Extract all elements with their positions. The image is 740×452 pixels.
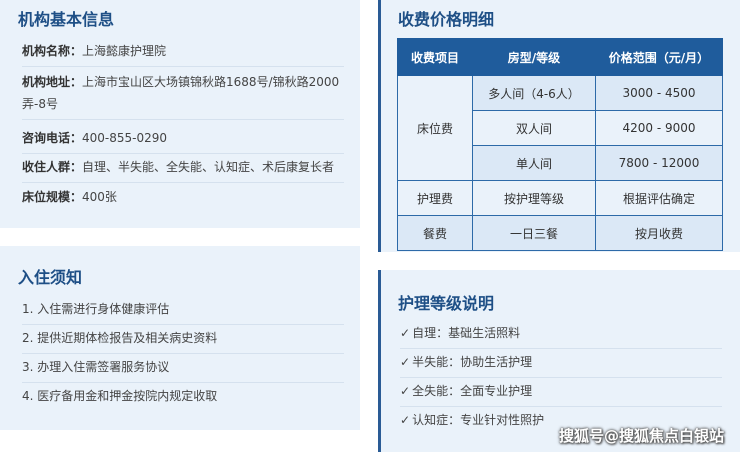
info-row-residents: 收住人群：自理、半失能、全失能、认知症、术后康复长者 — [22, 158, 344, 183]
column-header: 房型/等级 — [472, 38, 596, 76]
table-header-row: 收费项目 房型/等级 价格范围（元/月） — [397, 38, 723, 76]
notice-item: 1. 入住需进行身体健康评估 — [22, 300, 344, 325]
table-cell: 单人间 — [472, 145, 596, 181]
info-label: 咨询电话： — [22, 131, 83, 145]
table-row: 餐费 一日三餐 按月收费 — [397, 215, 723, 251]
info-row-address: 机构地址：上海市宝山区大场镇锦秋路1688号/锦秋路2000弄-8号 — [22, 71, 344, 120]
check-icon: ✓ — [400, 413, 411, 427]
info-label: 收住人群： — [22, 160, 83, 174]
level-item: ✓ 自理：基础生活照料 — [400, 324, 722, 349]
notice-panel: 入住须知 1. 入住需进行身体健康评估 2. 提供近期体检报告及相关病史资料 3… — [0, 246, 360, 430]
info-row-beds: 床位规模：400张 — [22, 188, 344, 210]
column-header: 收费项目 — [397, 38, 473, 76]
level-text: 自理：基础生活照料 — [412, 326, 521, 340]
table-cell: 一日三餐 — [472, 215, 596, 251]
table-cell: 床位费 — [397, 75, 473, 181]
info-value: 400张 — [82, 190, 117, 204]
check-icon: ✓ — [400, 384, 411, 398]
table-cell: 4200 - 9000 — [595, 110, 723, 146]
notice-item: 4. 医疗备用金和押金按院内规定收取 — [22, 389, 218, 403]
basic-info-title: 机构基本信息 — [18, 10, 115, 29]
table-cell: 根据评估确定 — [595, 180, 723, 216]
price-title: 收费价格明细 — [398, 10, 495, 29]
level-item: ✓ 半失能：协助生活护理 — [400, 353, 722, 378]
table-cell: 按月收费 — [595, 215, 723, 251]
watermark: 搜狐号@搜狐焦点白银站 — [558, 427, 724, 445]
accent-bar — [378, 0, 381, 252]
check-icon: ✓ — [400, 355, 411, 369]
info-row-name: 机构名称：上海懿康护理院 — [22, 42, 344, 67]
table-row: 护理费 按护理等级 根据评估确定 — [397, 180, 723, 216]
table-cell: 餐费 — [397, 215, 473, 251]
notice-item: 3. 办理入住需签署服务协议 — [22, 358, 344, 383]
info-row-phone: 咨询电话：400-855-0290 — [22, 129, 344, 154]
notice-item: 2. 提供近期体检报告及相关病史资料 — [22, 329, 344, 354]
price-table: 收费项目 房型/等级 价格范围（元/月） 床位费 多人间（4-6人） 3000 … — [397, 38, 723, 251]
info-label: 机构名称： — [22, 44, 83, 58]
info-value: 上海懿康护理院 — [82, 44, 167, 58]
table-row: 床位费 多人间（4-6人） 3000 - 4500 — [397, 75, 723, 181]
check-icon: ✓ — [400, 326, 411, 340]
table-cell: 7800 - 12000 — [595, 145, 723, 181]
level-text: 认知症：专业针对性照护 — [412, 413, 545, 427]
basic-info-panel: 机构基本信息 机构名称：上海懿康护理院 机构地址：上海市宝山区大场镇锦秋路168… — [0, 0, 360, 228]
accent-bar — [378, 270, 381, 452]
column-header: 价格范围（元/月） — [595, 38, 723, 76]
table-cell: 按护理等级 — [472, 180, 596, 216]
level-text: 全失能：全面专业护理 — [412, 384, 533, 398]
table-cell: 3000 - 4500 — [595, 75, 723, 111]
price-panel: 收费价格明细 收费项目 房型/等级 价格范围（元/月） 床位费 多人间（4-6人… — [378, 0, 740, 252]
info-label: 床位规模： — [22, 190, 83, 204]
level-item: ✓ 全失能：全面专业护理 — [400, 382, 722, 407]
notice-title: 入住须知 — [18, 268, 83, 287]
table-cell: 双人间 — [472, 110, 596, 146]
info-label: 机构地址： — [22, 75, 83, 89]
care-level-title: 护理等级说明 — [398, 294, 495, 313]
table-cell: 多人间（4-6人） — [472, 75, 596, 111]
info-value: 自理、半失能、全失能、认知症、术后康复长者 — [82, 160, 335, 174]
info-value: 400-855-0290 — [82, 131, 168, 145]
table-cell: 护理费 — [397, 180, 473, 216]
level-text: 半失能：协助生活护理 — [412, 355, 533, 369]
